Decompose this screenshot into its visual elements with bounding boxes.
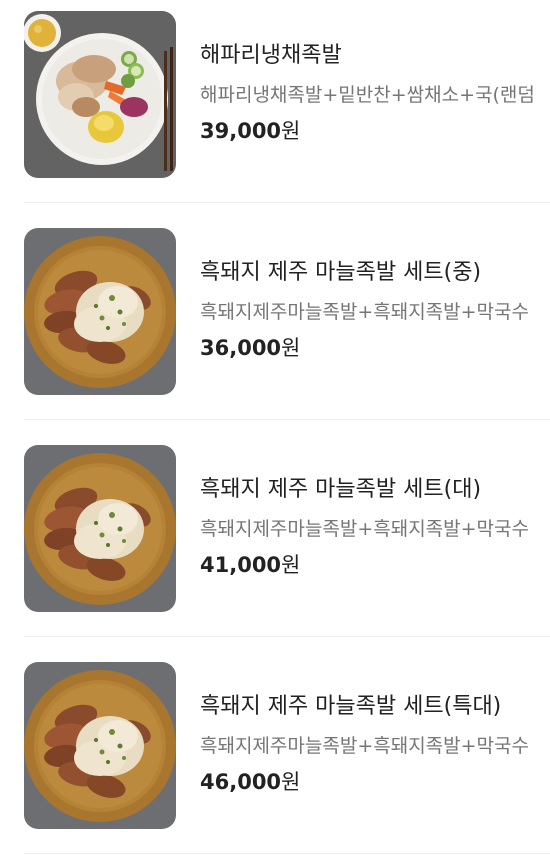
garlic-jokbal-photo	[24, 662, 176, 829]
menu-item-garlic-jokbal-xlarge[interactable]: 흑돼지 제주 마늘족발 세트(특대) 흑돼지제주마늘족발+흑돼지족발+막국수 4…	[0, 651, 550, 868]
menu-item-info: 해파리냉채족발 해파리냉채족발+밑반찬+쌈채소+국(랜덤 39,000원	[200, 0, 550, 190]
menu-item-price-unit: 원	[281, 336, 301, 360]
menu-item-price-amount: 39,000	[200, 119, 282, 143]
menu-item-description: 흑돼지제주마늘족발+흑돼지족발+막국수	[200, 518, 530, 540]
menu-item-price-amount: 36,000	[200, 336, 282, 360]
menu-item-garlic-jokbal-medium[interactable]: 흑돼지 제주 마늘족발 세트(중) 흑돼지제주마늘족발+흑돼지족발+막국수 36…	[0, 217, 550, 434]
menu-item-description: 흑돼지제주마늘족발+흑돼지족발+막국수	[200, 735, 530, 757]
menu-item-info: 흑돼지 제주 마늘족발 세트(중) 흑돼지제주마늘족발+흑돼지족발+막국수 36…	[200, 217, 550, 407]
jellyfish-jokbal-photo	[24, 11, 176, 178]
menu-item-garlic-jokbal-large[interactable]: 흑돼지 제주 마늘족발 세트(대) 흑돼지제주마늘족발+흑돼지족발+막국수 41…	[0, 434, 550, 651]
divider	[24, 202, 550, 203]
menu-item-name: 흑돼지 제주 마늘족발 세트(중)	[200, 260, 482, 285]
menu-item-price-amount: 41,000	[200, 553, 282, 577]
menu-item-jellyfish-jokbal[interactable]: 해파리냉채족발 해파리냉채족발+밑반찬+쌈채소+국(랜덤 39,000원	[0, 0, 550, 217]
menu-item-price-amount: 46,000	[200, 770, 282, 794]
menu-list: 해파리냉채족발 해파리냉채족발+밑반찬+쌈채소+국(랜덤 39,000원 흑돼지…	[0, 0, 550, 855]
menu-item-price-unit: 원	[281, 119, 301, 143]
menu-item-info: 흑돼지 제주 마늘족발 세트(대) 흑돼지제주마늘족발+흑돼지족발+막국수 41…	[200, 434, 550, 624]
menu-item-photo[interactable]	[24, 11, 176, 178]
menu-item-info: 흑돼지 제주 마늘족발 세트(특대) 흑돼지제주마늘족발+흑돼지족발+막국수 4…	[200, 651, 550, 841]
divider	[24, 636, 550, 637]
menu-item-description: 흑돼지제주마늘족발+흑돼지족발+막국수	[200, 301, 530, 323]
menu-item-photo[interactable]	[24, 228, 176, 395]
divider	[24, 419, 550, 420]
menu-item-description: 해파리냉채족발+밑반찬+쌈채소+국(랜덤	[200, 84, 535, 106]
menu-item-price: 41,000원	[200, 549, 300, 581]
menu-item-price: 39,000원	[200, 115, 300, 147]
menu-item-price-unit: 원	[281, 770, 301, 794]
garlic-jokbal-photo	[24, 228, 176, 395]
menu-item-name: 흑돼지 제주 마늘족발 세트(대)	[200, 477, 482, 502]
garlic-jokbal-photo	[24, 445, 176, 612]
menu-item-photo[interactable]	[24, 662, 176, 829]
menu-item-name: 흑돼지 제주 마늘족발 세트(특대)	[200, 694, 502, 719]
menu-item-name: 해파리냉채족발	[200, 43, 342, 68]
divider	[24, 853, 550, 854]
menu-item-price-unit: 원	[281, 553, 301, 577]
menu-item-photo[interactable]	[24, 445, 176, 612]
menu-item-price: 36,000원	[200, 332, 300, 364]
menu-item-price: 46,000원	[200, 766, 300, 798]
